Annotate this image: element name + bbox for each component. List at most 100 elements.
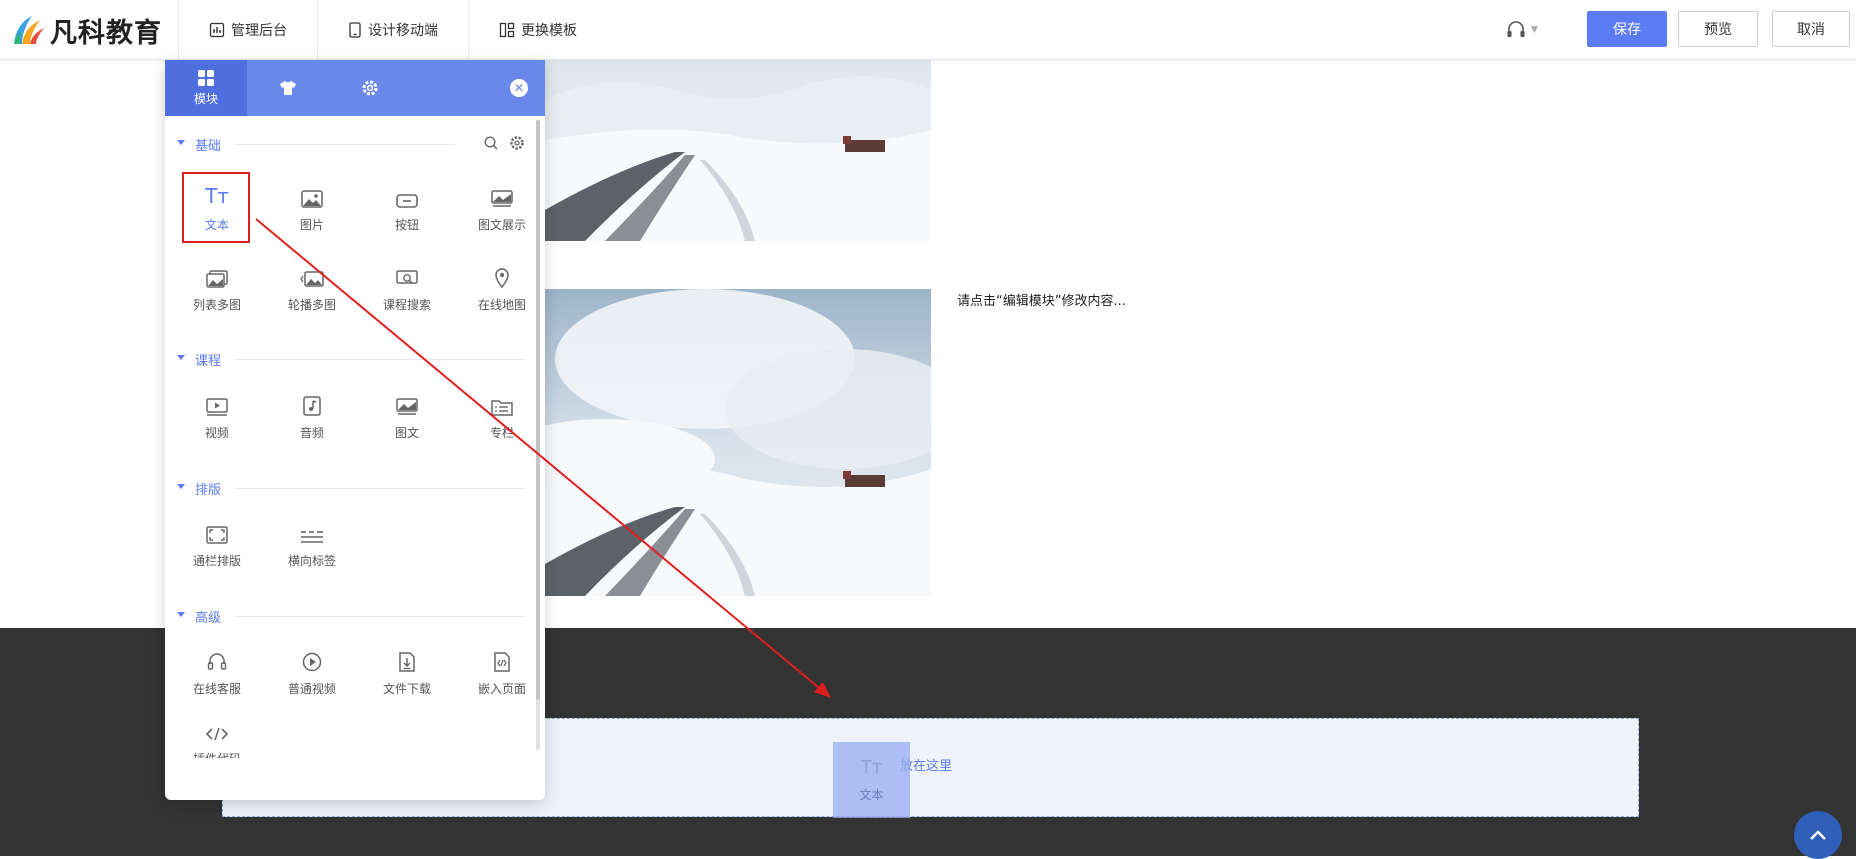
full-width-icon bbox=[206, 526, 228, 544]
module-label: 通栏排版 bbox=[192, 554, 241, 568]
panel-close-button[interactable]: ✕ bbox=[510, 79, 528, 97]
module-full-width[interactable]: 通栏排版 bbox=[177, 518, 257, 582]
cancel-button[interactable]: 取消 bbox=[1772, 11, 1850, 47]
divider bbox=[235, 616, 525, 617]
section-title: 课程 bbox=[195, 354, 222, 369]
module-label: 在线地图 bbox=[477, 298, 526, 312]
module-column[interactable]: 专栏 bbox=[462, 390, 542, 454]
section-basic-header[interactable]: 基础 bbox=[165, 133, 539, 155]
section-advanced-header[interactable]: 高级 bbox=[165, 605, 539, 627]
search-icon[interactable] bbox=[483, 135, 499, 151]
video-icon bbox=[206, 398, 228, 416]
module-label: 普通视频 bbox=[287, 682, 336, 696]
course-search-icon bbox=[396, 270, 418, 284]
logo-mark-icon bbox=[14, 16, 44, 44]
drag-ghost-text-module[interactable]: Tт 文本 bbox=[833, 742, 910, 818]
module-horizontal-tabs[interactable]: 横向标签 bbox=[272, 518, 352, 582]
nav-admin[interactable]: 管理后台 bbox=[178, 0, 317, 60]
grid-icon bbox=[198, 70, 214, 86]
module-panel: 模块 ✕ 基础 Tт 文本 图片 按钮 图文展示 列表多图 轮播多图 课程搜索 … bbox=[165, 60, 545, 800]
play-circle-icon bbox=[302, 652, 322, 672]
nav-template-label: 更换模板 bbox=[521, 23, 577, 39]
preview-button[interactable]: 预览 bbox=[1678, 11, 1758, 47]
section-title: 排版 bbox=[195, 483, 222, 498]
caret-down-icon bbox=[177, 484, 185, 489]
nav-mobile[interactable]: 设计移动端 bbox=[317, 0, 468, 60]
module-label: 文件下载 bbox=[382, 682, 431, 696]
code-icon bbox=[205, 727, 229, 741]
module-carousel[interactable]: 轮播多图 bbox=[272, 262, 352, 326]
image-icon bbox=[301, 190, 323, 208]
image-text-icon bbox=[491, 190, 513, 207]
module-image-text[interactable]: 图文展示 bbox=[462, 182, 542, 246]
module-text[interactable]: Tт 文本 bbox=[177, 182, 257, 246]
section-title: 高级 bbox=[195, 611, 222, 626]
module-label: 嵌入页面 bbox=[477, 682, 526, 696]
module-map[interactable]: 在线地图 bbox=[462, 262, 542, 326]
top-toolbar: 凡科教育 管理后台 设计移动端 更换模板 ▼ 保存 预览 取消 bbox=[0, 0, 1856, 60]
file-download-icon bbox=[399, 652, 415, 672]
section-layout-header[interactable]: 排版 bbox=[165, 477, 539, 499]
divider bbox=[235, 488, 525, 489]
chevron-down-icon: ▼ bbox=[1531, 25, 1538, 35]
tab-settings[interactable] bbox=[329, 60, 411, 116]
shirt-icon bbox=[280, 81, 296, 95]
module-label: 图文 bbox=[394, 426, 419, 440]
logo[interactable]: 凡科教育 bbox=[8, 8, 198, 52]
module-label: 在线客服 bbox=[192, 682, 241, 696]
graphic-icon bbox=[396, 398, 418, 415]
caret-down-icon bbox=[177, 612, 185, 617]
headset-icon bbox=[1507, 21, 1525, 37]
panel-tabs: 模块 ✕ bbox=[165, 60, 545, 116]
tab-modules-label: 模块 bbox=[193, 92, 218, 106]
settings-icon[interactable] bbox=[509, 135, 525, 151]
module-label: 轮播多图 bbox=[287, 298, 336, 312]
carousel-icon bbox=[300, 271, 324, 287]
chart-icon bbox=[209, 22, 225, 38]
chevron-up-icon bbox=[1810, 830, 1826, 840]
gear-icon bbox=[362, 80, 378, 96]
module-embed-page[interactable]: 嵌入页面 bbox=[462, 646, 542, 710]
embed-page-icon bbox=[494, 652, 510, 672]
button-icon bbox=[396, 194, 418, 208]
drag-ghost-label: 文本 bbox=[859, 788, 884, 802]
module-label: 专栏 bbox=[489, 426, 514, 440]
list-images-icon bbox=[206, 270, 228, 288]
module-course-search[interactable]: 课程搜索 bbox=[367, 262, 447, 326]
divider bbox=[235, 359, 525, 360]
tab-theme[interactable] bbox=[247, 60, 329, 116]
close-icon: ✕ bbox=[513, 81, 525, 95]
module-graphic[interactable]: 图文 bbox=[367, 390, 447, 454]
save-button[interactable]: 保存 bbox=[1587, 11, 1667, 47]
module-list-images[interactable]: 列表多图 bbox=[177, 262, 257, 326]
text-icon: Tт bbox=[860, 757, 883, 778]
module-online-service[interactable]: 在线客服 bbox=[177, 646, 257, 710]
section-title: 基础 bbox=[195, 139, 222, 154]
module-file-download[interactable]: 文件下载 bbox=[367, 646, 447, 710]
module-image[interactable]: 图片 bbox=[272, 182, 352, 246]
horizontal-tabs-icon bbox=[301, 531, 323, 543]
snow-road-image-1[interactable] bbox=[545, 60, 931, 241]
snow-road-image-2[interactable] bbox=[545, 289, 931, 596]
module-button[interactable]: 按钮 bbox=[367, 182, 447, 246]
nav-template[interactable]: 更换模板 bbox=[468, 0, 607, 60]
snow-road-image-svg bbox=[545, 60, 931, 241]
back-to-top-button[interactable] bbox=[1794, 811, 1842, 859]
column-icon bbox=[491, 400, 513, 416]
mobile-icon bbox=[349, 22, 361, 38]
layout-icon bbox=[499, 22, 515, 38]
tab-modules[interactable]: 模块 bbox=[165, 60, 247, 116]
section-course-header[interactable]: 课程 bbox=[165, 348, 539, 370]
caret-down-icon bbox=[177, 355, 185, 360]
module-audio[interactable]: 音频 bbox=[272, 390, 352, 454]
module-normal-video[interactable]: 普通视频 bbox=[272, 646, 352, 710]
module-video[interactable]: 视频 bbox=[177, 390, 257, 454]
logo-text: 凡科教育 bbox=[50, 17, 162, 49]
support-button[interactable]: ▼ bbox=[1505, 16, 1545, 44]
module-plugin-code[interactable]: 插件代码 bbox=[177, 726, 257, 758]
snow-road-image-svg bbox=[545, 289, 931, 596]
module-label: 按钮 bbox=[394, 218, 419, 232]
module-label: 插件代码 bbox=[193, 750, 241, 758]
module-label: 列表多图 bbox=[192, 298, 241, 312]
panel-scrollbar-thumb[interactable] bbox=[536, 120, 540, 700]
